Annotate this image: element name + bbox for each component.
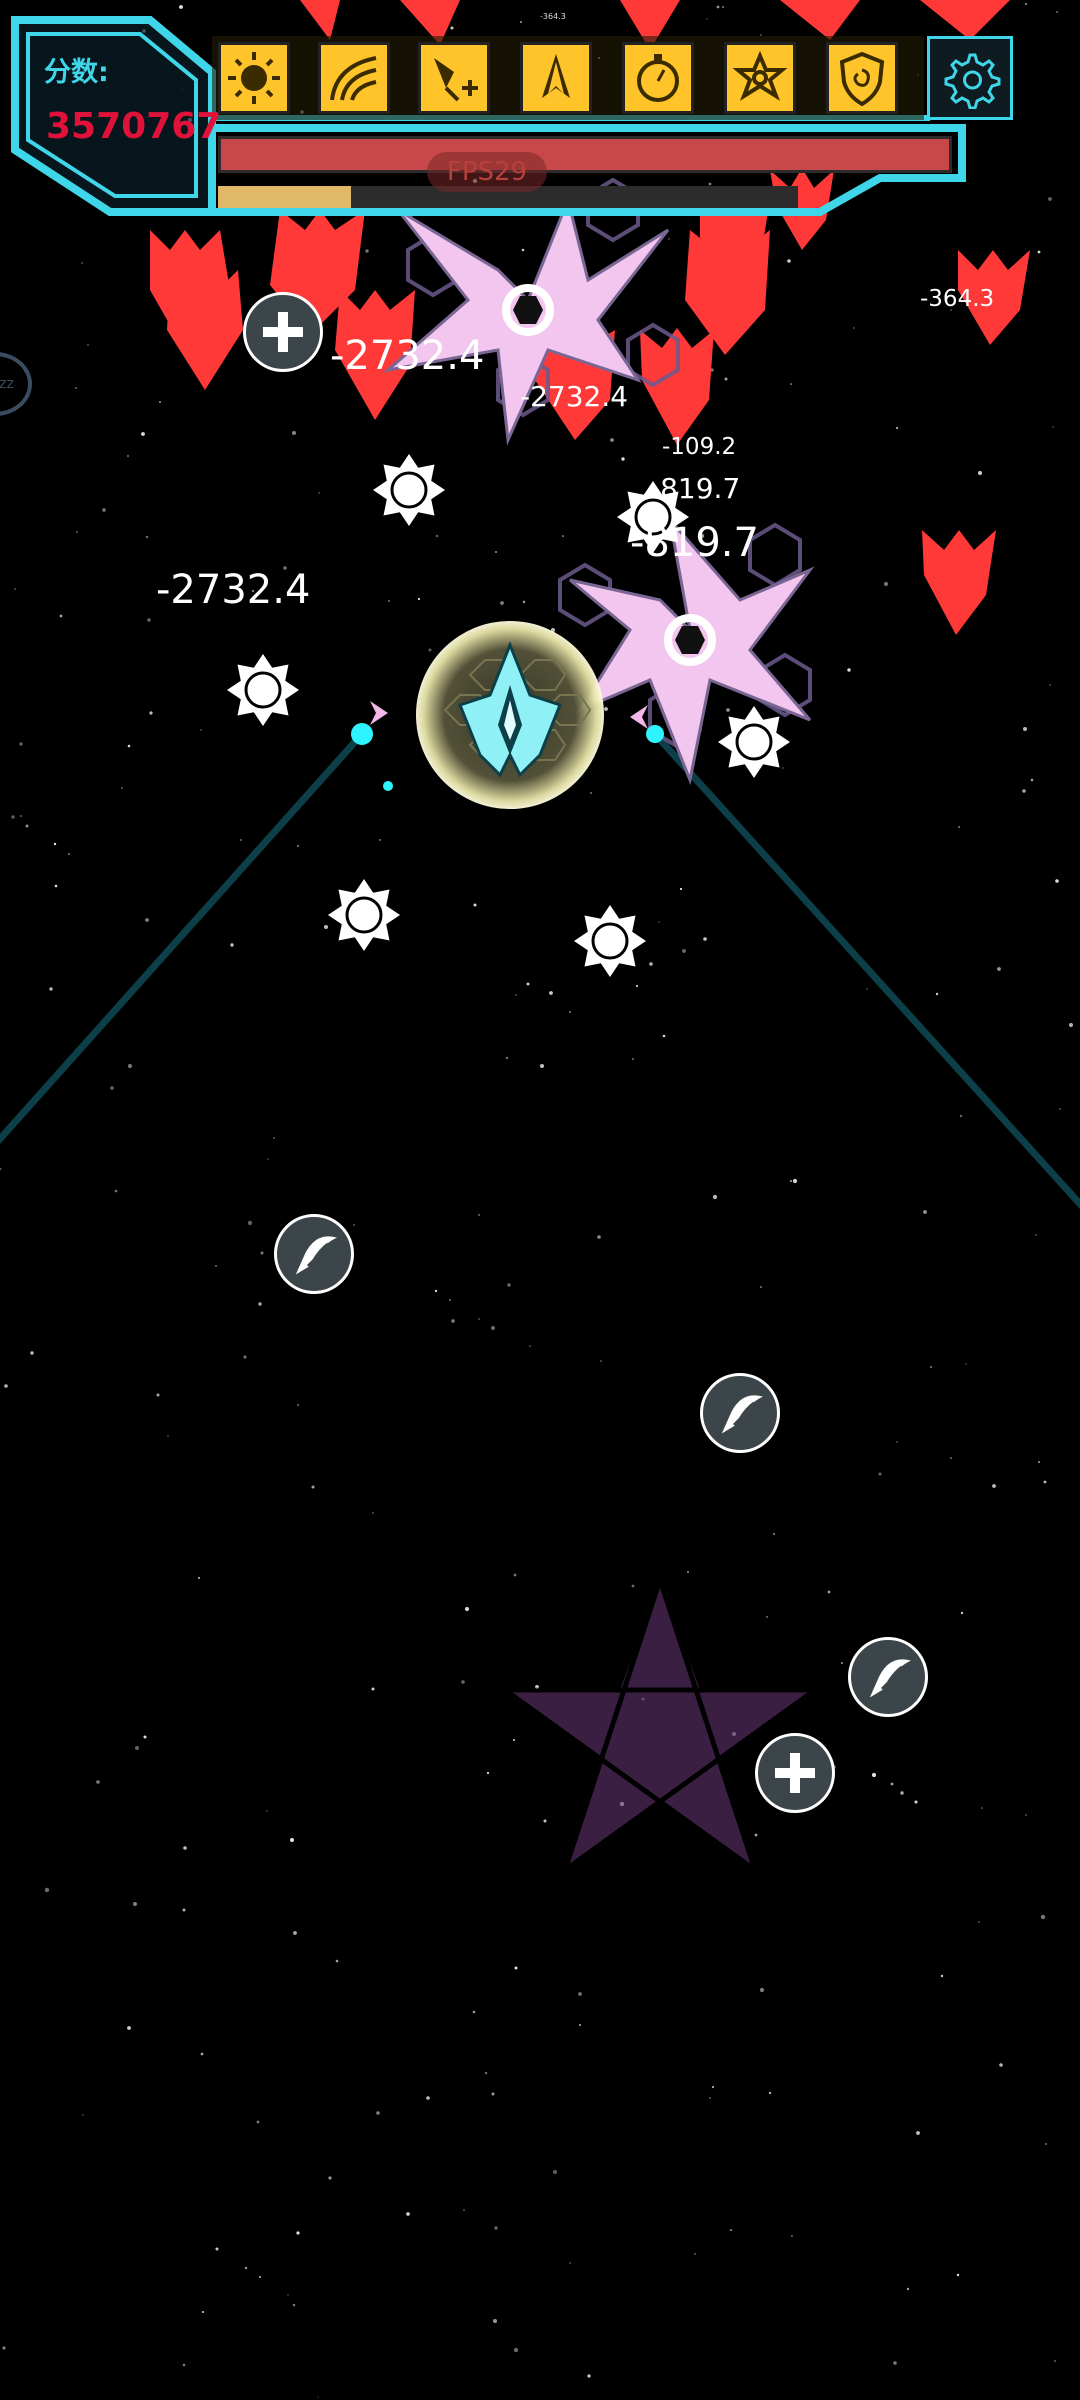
boost-pickup[interactable] bbox=[848, 1637, 928, 1717]
spiral-shield-icon bbox=[839, 51, 885, 107]
laser-emitter-left bbox=[351, 723, 373, 745]
damage-number: -2732.4 bbox=[156, 567, 311, 613]
heal-pickup[interactable] bbox=[243, 292, 323, 372]
rocket-icon bbox=[721, 1395, 763, 1434]
orbit-bullet bbox=[373, 454, 445, 526]
enemy-fighter bbox=[922, 530, 996, 635]
rocket-icon bbox=[869, 1659, 911, 1698]
orbit-bullet bbox=[227, 654, 299, 726]
damage-number: -2732.4 bbox=[520, 380, 629, 413]
fps-counter: FPS29 bbox=[427, 152, 547, 192]
boost-pickup[interactable] bbox=[700, 1373, 780, 1453]
boost-pickup[interactable] bbox=[274, 1214, 354, 1294]
jet-icon bbox=[542, 54, 570, 98]
plus-icon bbox=[775, 1753, 815, 1793]
laser-emitter-right bbox=[646, 725, 664, 743]
damage-number: -819.7 bbox=[650, 472, 741, 505]
radar-sweep-icon bbox=[330, 56, 377, 101]
damage-number: -364.3 bbox=[920, 286, 995, 312]
sun-icon bbox=[228, 52, 280, 104]
orbit-bullet bbox=[718, 706, 790, 778]
laser-beam-right bbox=[652, 731, 1080, 1210]
settings-button[interactable] bbox=[927, 36, 1013, 120]
skill-slot[interactable] bbox=[418, 42, 490, 114]
skill-slot[interactable] bbox=[218, 42, 290, 114]
flower-icon bbox=[732, 50, 788, 101]
score-value: 3570767 bbox=[46, 106, 222, 147]
damage-number: -2732.4 bbox=[330, 333, 485, 379]
skill-slot[interactable] bbox=[724, 42, 796, 114]
heal-pickup[interactable] bbox=[755, 1733, 835, 1813]
damage-number: -819.7 bbox=[630, 520, 759, 566]
hp-bar bbox=[218, 136, 952, 173]
wing-drone-right bbox=[630, 705, 648, 729]
plus-icon bbox=[263, 312, 303, 352]
pentagram-mark bbox=[497, 1571, 823, 1877]
orbit-bullet bbox=[328, 879, 400, 951]
skill-slot[interactable] bbox=[520, 42, 592, 114]
game-world bbox=[0, 0, 1080, 1877]
damage-number: -364.3 bbox=[540, 12, 566, 21]
skill-slot[interactable] bbox=[622, 42, 694, 114]
plasma-bullet bbox=[383, 781, 393, 791]
xp-bar-fill bbox=[218, 186, 352, 208]
score-label: 分数: bbox=[44, 57, 109, 88]
enemy-fighter bbox=[167, 268, 243, 390]
rocket-icon bbox=[295, 1236, 337, 1275]
player-ship bbox=[416, 621, 604, 809]
laser-beam-left bbox=[0, 731, 365, 1145]
stopwatch-icon bbox=[637, 54, 679, 102]
drone-plus-icon bbox=[434, 58, 478, 102]
skill-slot[interactable] bbox=[826, 42, 898, 114]
orbit-bullet bbox=[574, 905, 646, 977]
gear-icon bbox=[944, 53, 1001, 109]
wing-drone-left bbox=[370, 701, 388, 725]
damage-number: -109.2 bbox=[662, 434, 737, 460]
skill-slot[interactable] bbox=[318, 42, 390, 114]
